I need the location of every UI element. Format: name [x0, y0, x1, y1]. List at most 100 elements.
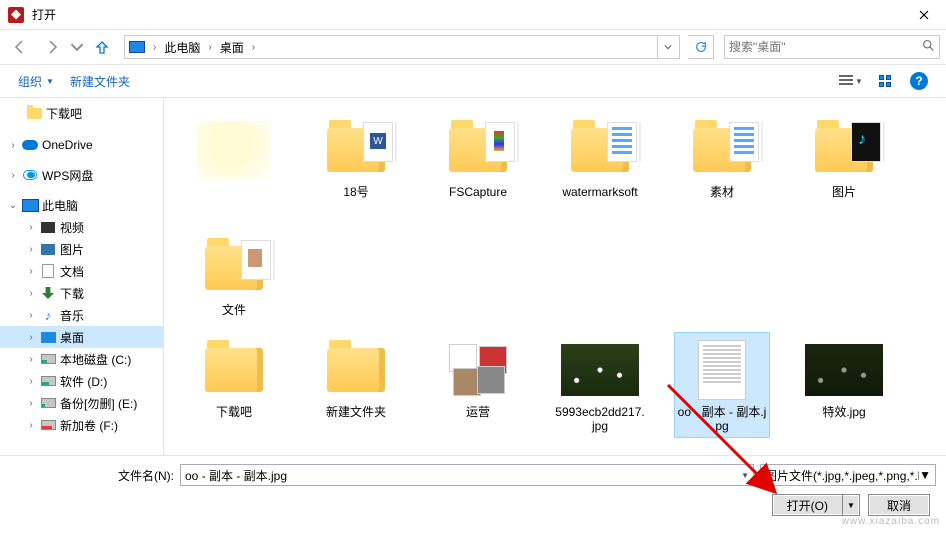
disk-icon — [41, 376, 56, 386]
chevron-down-icon[interactable]: ▼ — [919, 468, 931, 482]
file-label: 18号 — [343, 185, 368, 199]
chevron-down-icon: ▼ — [46, 77, 54, 86]
tree-item-wps[interactable]: ›WPS网盘 — [0, 164, 163, 186]
file-item[interactable]: 素材 — [674, 112, 770, 204]
close-button[interactable] — [901, 0, 946, 30]
cancel-button[interactable]: 取消 — [868, 494, 930, 516]
file-label: FSCapture — [449, 185, 507, 199]
disk-icon — [41, 420, 56, 430]
disk-icon — [41, 354, 56, 364]
navigation-tree[interactable]: 下载吧 ›OneDrive ›WPS网盘 ⌄此电脑 ›视频 ›图片 ›文档 ›下… — [0, 98, 164, 455]
open-button[interactable]: 打开(O) ▼ — [772, 494, 860, 516]
tree-label: 音乐 — [60, 307, 84, 324]
nav-recent-dropdown[interactable] — [70, 33, 84, 61]
preview-pane-icon — [879, 75, 891, 87]
file-item[interactable]: watermarksoft — [552, 112, 648, 204]
organize-menu[interactable]: 组织▼ — [12, 69, 60, 94]
folder-thumb-icon — [241, 240, 271, 280]
word-doc-icon — [363, 122, 393, 162]
file-list[interactable]: 18号 FSCapture watermarksoft 素材 图片 文件 下载吧… — [164, 98, 946, 455]
watermark: www.xiazaiba.com — [842, 516, 940, 527]
app-icon — [8, 7, 24, 23]
video-icon — [41, 222, 55, 233]
file-label: 图片 — [832, 185, 856, 199]
tree-item-onedrive[interactable]: ›OneDrive — [0, 134, 163, 156]
breadcrumb-desktop[interactable]: 桌面 — [218, 39, 246, 56]
pc-icon — [129, 41, 145, 53]
file-item[interactable]: 特效.jpg — [796, 332, 892, 438]
disk-icon — [41, 398, 56, 408]
open-button-dropdown[interactable]: ▼ — [843, 501, 859, 510]
tree-item-downloads[interactable]: ›下载 — [0, 282, 163, 304]
file-item[interactable]: 新建文件夹 — [308, 332, 404, 438]
file-item[interactable]: 5993ecb2dd217.jpg — [552, 332, 648, 438]
expand-icon[interactable]: › — [8, 140, 18, 151]
image-thumbnail — [561, 344, 639, 396]
chevron-right-icon[interactable]: › — [204, 42, 215, 53]
file-item[interactable]: FSCapture — [430, 112, 526, 204]
tree-item-documents[interactable]: ›文档 — [0, 260, 163, 282]
file-label: 5993ecb2dd217.jpg — [555, 405, 645, 433]
tree-label: 本地磁盘 (C:) — [60, 351, 131, 368]
tree-item-desktop[interactable]: ›桌面 — [0, 326, 163, 348]
file-item[interactable]: 运营 — [430, 332, 526, 438]
file-item[interactable]: 下载吧 — [186, 332, 282, 438]
file-item[interactable]: 图片 — [796, 112, 892, 204]
search-box[interactable] — [724, 35, 940, 59]
tree-label: 软件 (D:) — [60, 373, 107, 390]
collapse-icon[interactable]: ⌄ — [8, 200, 18, 211]
tree-label: 新加卷 (F:) — [60, 417, 118, 434]
refresh-button[interactable] — [688, 35, 714, 59]
tree-label: 图片 — [60, 241, 84, 258]
chevron-right-icon[interactable]: › — [248, 42, 259, 53]
new-folder-label: 新建文件夹 — [70, 73, 130, 90]
music-icon: ♪ — [40, 307, 56, 323]
preview-pane-button[interactable] — [870, 69, 900, 93]
document-icon — [42, 264, 54, 278]
view-options-button[interactable]: ▼ — [836, 69, 866, 93]
tree-label: 下载 — [60, 285, 84, 302]
file-label: 特效.jpg — [822, 405, 865, 419]
tree-item-disk-f[interactable]: ›新加卷 (F:) — [0, 414, 163, 436]
filename-combobox[interactable]: oo - 副本 - 副本.jpg ▼ — [180, 464, 754, 486]
tree-item-disk-d[interactable]: ›软件 (D:) — [0, 370, 163, 392]
breadcrumb-thispc[interactable]: 此电脑 — [162, 39, 202, 56]
blurred-thumbnail — [197, 121, 271, 179]
tree-item-disk-e[interactable]: ›备份[勿删] (E:) — [0, 392, 163, 414]
file-type-filter[interactable]: 图片文件(*.jpg,*.jpeg,*.png,*.bmp) ▼ — [760, 464, 936, 486]
text-page-thumbnail — [698, 340, 746, 400]
view-list-icon — [839, 75, 853, 87]
tree-item-disk-c[interactable]: ›本地磁盘 (C:) — [0, 348, 163, 370]
tree-item-music[interactable]: ›♪音乐 — [0, 304, 163, 326]
file-item[interactable]: 18号 — [308, 112, 404, 204]
onedrive-icon — [22, 140, 38, 150]
chevron-right-icon[interactable]: › — [149, 42, 160, 53]
help-button[interactable]: ? — [904, 69, 934, 93]
address-bar[interactable]: › 此电脑 › 桌面 › — [124, 35, 680, 59]
file-item-selected[interactable]: oo - 副本 - 副本.jpg — [674, 332, 770, 438]
nav-back-button[interactable] — [6, 33, 34, 61]
tree-label: 此电脑 — [42, 197, 78, 214]
file-item[interactable]: 文件 — [186, 230, 282, 322]
new-folder-button[interactable]: 新建文件夹 — [64, 69, 136, 94]
folder-icon — [327, 348, 385, 392]
file-item[interactable] — [186, 112, 282, 204]
download-icon — [42, 287, 54, 299]
filename-label: 文件名(N): — [118, 467, 174, 484]
tree-item-videos[interactable]: ›视频 — [0, 216, 163, 238]
address-history-dropdown[interactable] — [657, 36, 677, 58]
search-icon[interactable] — [922, 39, 935, 55]
tree-item-thispc[interactable]: ⌄ 此电脑 — [0, 194, 163, 216]
expand-icon[interactable]: › — [8, 170, 18, 181]
search-input[interactable] — [729, 40, 922, 54]
tree-item-pictures[interactable]: ›图片 — [0, 238, 163, 260]
filter-value: 图片文件(*.jpg,*.jpeg,*.png,*.bmp) — [765, 467, 919, 484]
tree-label: 下载吧 — [46, 105, 82, 122]
chevron-down-icon[interactable]: ▼ — [741, 471, 749, 480]
tree-label: 桌面 — [60, 329, 84, 346]
tree-item-downloads-folder[interactable]: 下载吧 — [0, 102, 163, 124]
tree-label: 视频 — [60, 219, 84, 236]
fscapture-icon — [485, 122, 515, 162]
file-label: watermarksoft — [562, 185, 637, 199]
nav-up-button[interactable] — [88, 33, 116, 61]
